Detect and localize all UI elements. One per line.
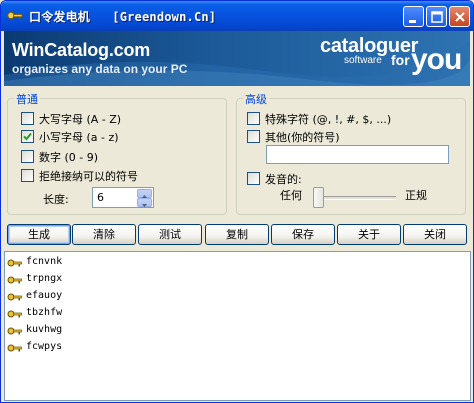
password-text: fcnvnk xyxy=(26,256,63,267)
about-button[interactable]: 关于 xyxy=(337,224,401,245)
generate-button[interactable]: 生成 xyxy=(7,224,71,245)
banner-brand: WinCatalog.com xyxy=(12,40,151,60)
other-chars-label: 其他(你的符号) xyxy=(265,131,340,144)
uppercase-checkbox[interactable] xyxy=(21,112,34,125)
general-group-legend: 普通 xyxy=(14,91,40,107)
key-icon xyxy=(7,257,23,269)
banner-right-you: you xyxy=(411,43,462,76)
key-icon xyxy=(7,308,23,320)
close-icon xyxy=(455,12,465,22)
other-chars-input[interactable] xyxy=(266,145,449,164)
clear-button[interactable]: 清除 xyxy=(72,224,136,245)
length-value[interactable]: 6 xyxy=(97,191,104,204)
banner-right-software: software xyxy=(344,55,382,66)
pronounce-slider-track[interactable] xyxy=(314,196,396,200)
copy-button[interactable]: 复制 xyxy=(205,224,269,245)
lowercase-checkbox[interactable] xyxy=(21,130,34,143)
password-text: trpngx xyxy=(26,273,63,284)
password-text: efauoy xyxy=(26,290,63,301)
slider-max-label: 正规 xyxy=(405,189,427,202)
digits-checkbox[interactable] xyxy=(21,150,34,163)
password-result-list[interactable]: fcnvnk trpngx efauoy tbzhfw kuvhwg fcwpy… xyxy=(4,251,471,401)
key-icon xyxy=(7,274,23,286)
length-down-button[interactable] xyxy=(137,198,152,207)
pronounceable-checkbox[interactable] xyxy=(247,172,260,185)
checkmark-icon xyxy=(23,132,32,141)
length-label: 长度: xyxy=(43,193,69,206)
arrow-down-icon xyxy=(142,204,147,207)
ad-banner[interactable]: WinCatalog.com organizes any data on you… xyxy=(4,31,470,86)
special-chars-label: 特殊字符 (@, !, #, $, ...) xyxy=(265,113,392,126)
special-chars-checkbox[interactable] xyxy=(247,112,260,125)
key-icon xyxy=(7,325,23,337)
exclude-ambiguous-checkbox[interactable] xyxy=(21,169,34,182)
password-text: kuvhwg xyxy=(26,324,63,335)
window-title: 口令发电机 [Greendown.Cn] xyxy=(29,10,217,24)
pronounceable-label: 发音的: xyxy=(265,173,302,186)
minimize-icon xyxy=(409,20,416,23)
save-button[interactable]: 保存 xyxy=(271,224,335,245)
advanced-group-legend: 高级 xyxy=(243,91,269,107)
lowercase-label: 小写字母 (a - z) xyxy=(39,131,119,144)
pronounce-slider-thumb[interactable] xyxy=(313,187,324,208)
digits-label: 数字 (0 - 9) xyxy=(39,151,99,164)
banner-right-for: for xyxy=(391,52,410,68)
uppercase-label: 大写字母 (A - Z) xyxy=(39,113,122,126)
app-window: 口令发电机 [Greendown.Cn] WinCatalog.com orga… xyxy=(0,0,474,403)
app-key-icon xyxy=(7,9,23,22)
password-text: fcwpys xyxy=(26,341,63,352)
length-up-button[interactable] xyxy=(137,189,152,198)
close-window-button[interactable] xyxy=(449,6,470,27)
maximize-icon xyxy=(431,11,443,23)
key-icon xyxy=(7,291,23,303)
maximize-button[interactable] xyxy=(426,6,447,27)
banner-tagline: organizes any data on your PC xyxy=(12,62,188,76)
test-button[interactable]: 测试 xyxy=(138,224,202,245)
slider-min-label: 任何 xyxy=(280,189,302,202)
exclude-ambiguous-label: 拒绝接纳可以的符号 xyxy=(39,170,138,183)
key-icon xyxy=(7,342,23,354)
other-chars-checkbox[interactable] xyxy=(247,130,260,143)
title-bar[interactable]: 口令发电机 [Greendown.Cn] xyxy=(1,1,473,31)
length-spinner[interactable]: 6 xyxy=(92,187,154,208)
minimize-button[interactable] xyxy=(403,6,424,27)
close-button[interactable]: 关闭 xyxy=(403,224,467,245)
password-text: tbzhfw xyxy=(26,307,63,318)
